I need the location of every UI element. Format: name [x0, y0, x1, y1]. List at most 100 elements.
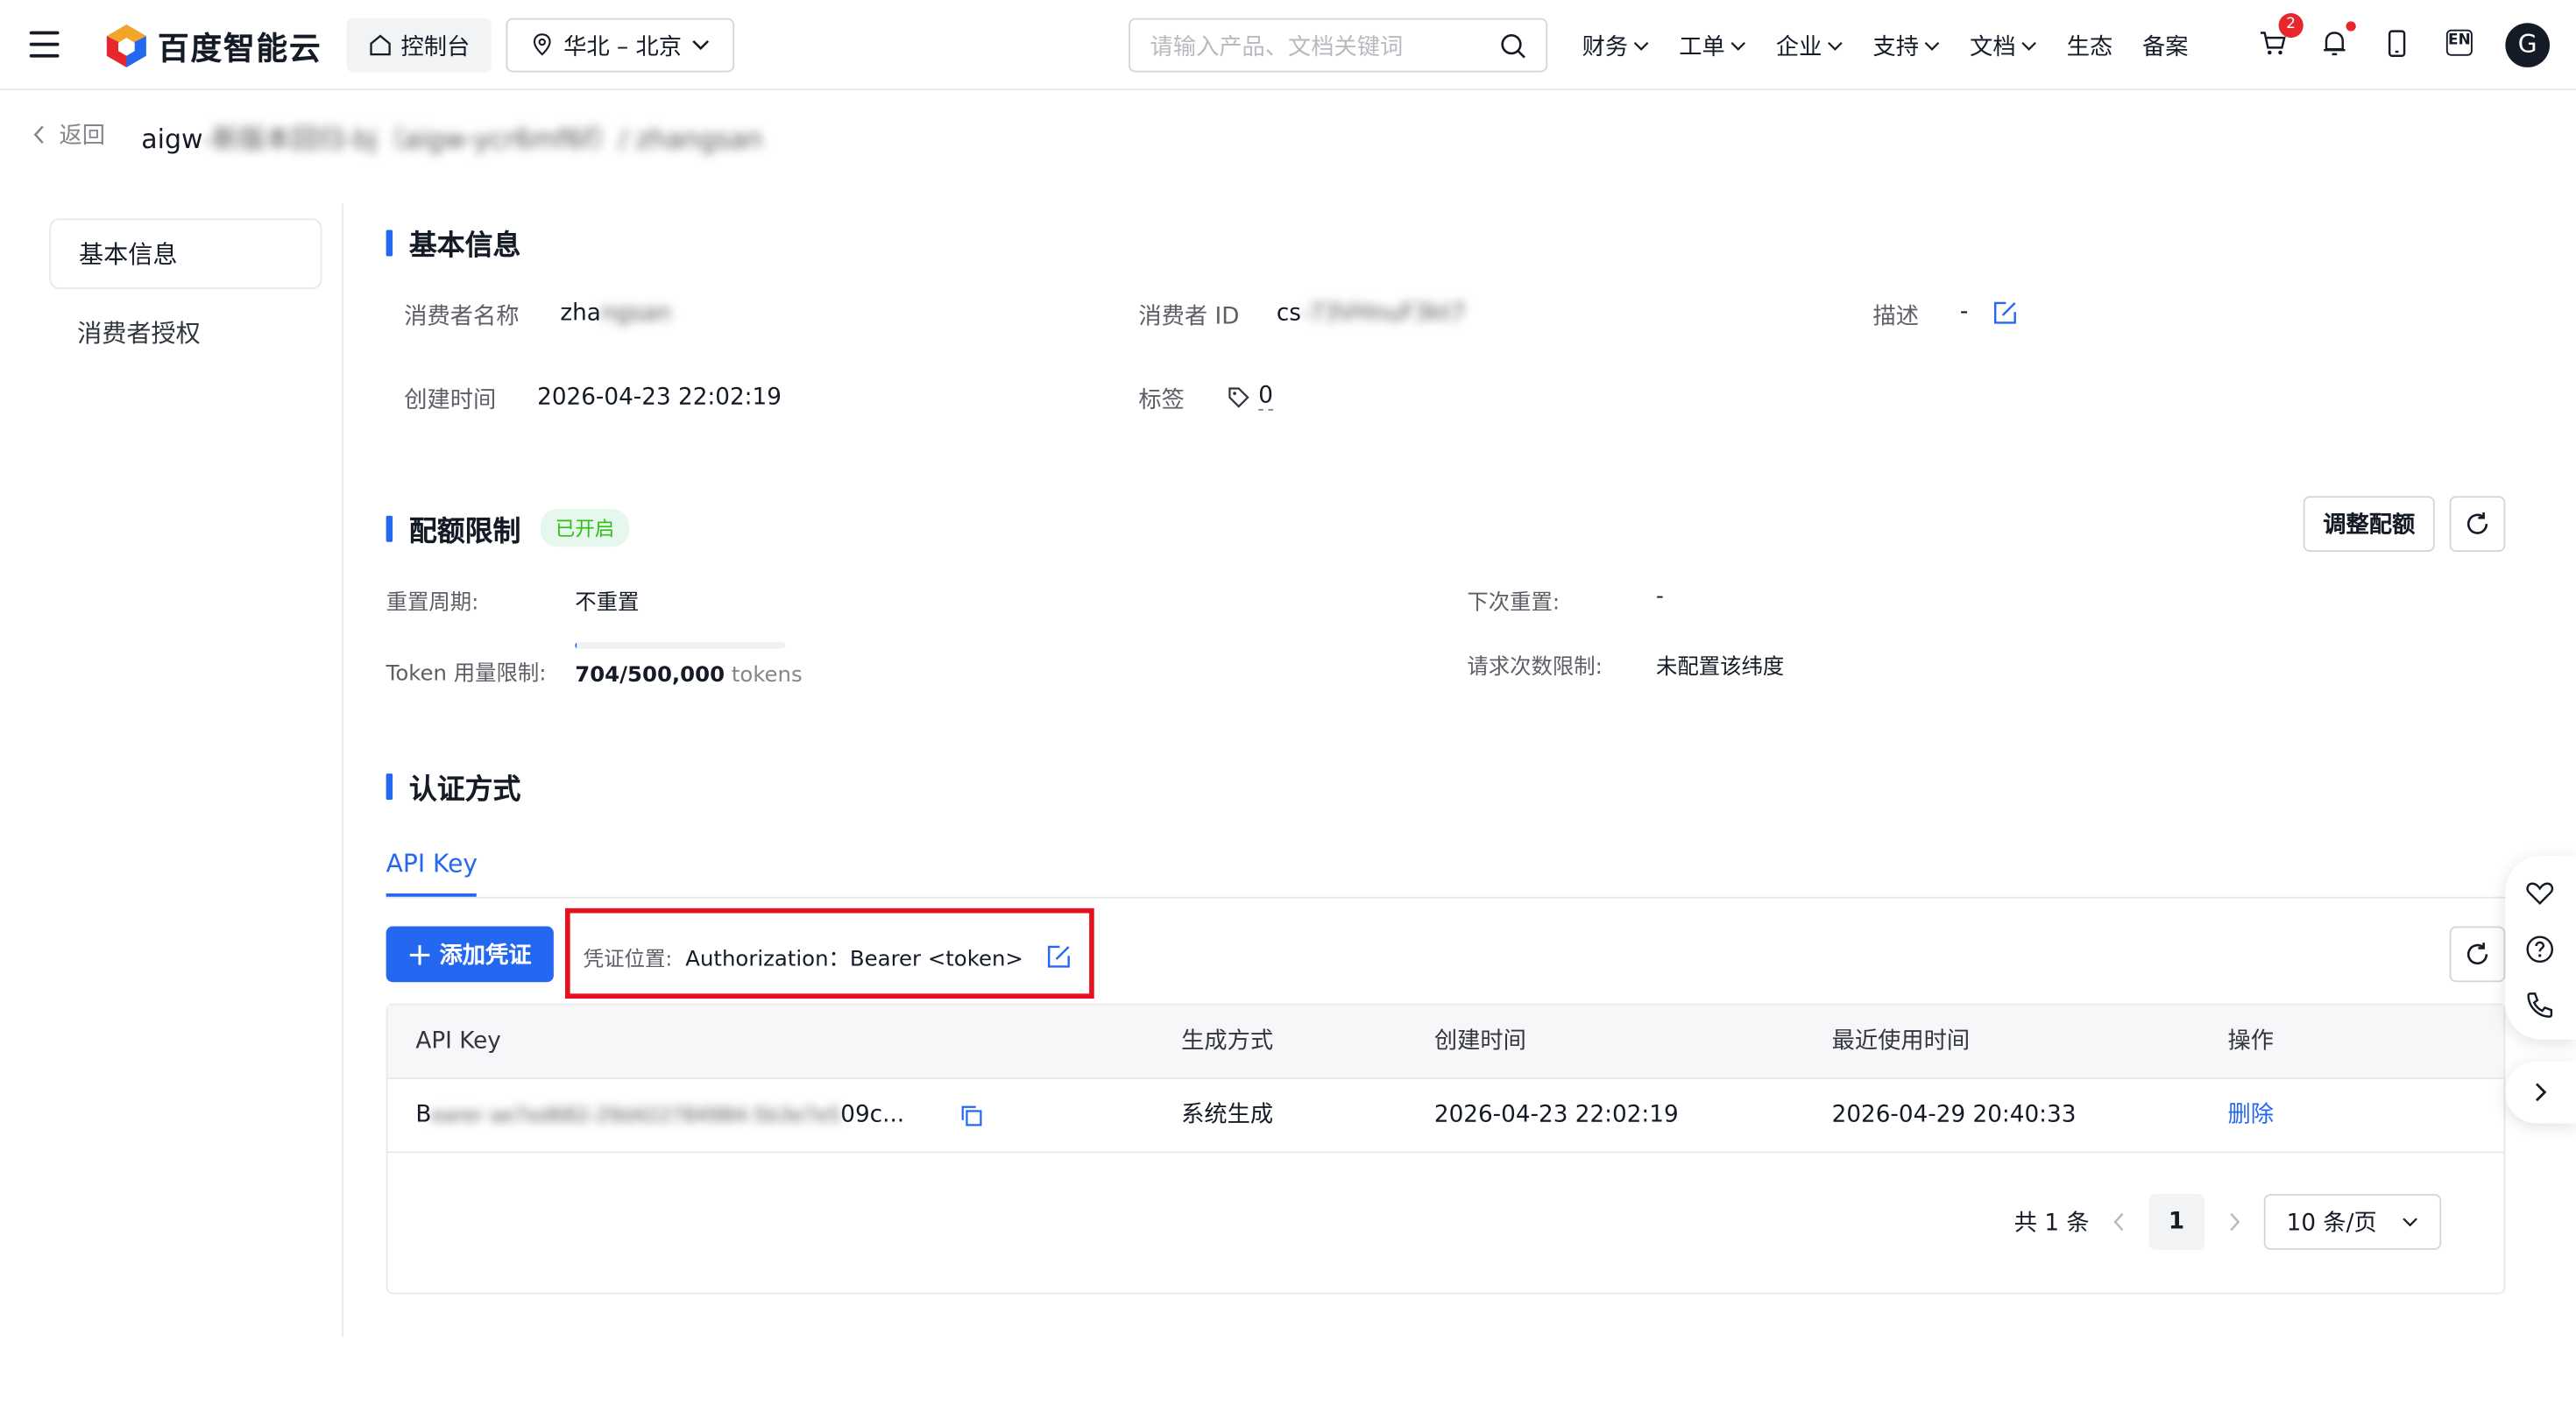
section-quota: 配额限制 已开启	[386, 507, 630, 548]
created-value: 2026-04-23 22:02:19	[1433, 1102, 1679, 1129]
nav-ecosystem[interactable]: 生态	[2067, 30, 2113, 63]
region-selector[interactable]: 华北 – 北京	[506, 18, 735, 73]
add-credential-button[interactable]: 添加凭证	[386, 926, 554, 983]
section-auth: 认证方式	[386, 766, 521, 807]
chevron-right-icon	[2536, 1083, 2547, 1102]
pagination: 共 1 条 1 10 条/页	[2014, 1194, 2441, 1250]
nav-ticket[interactable]: 工单	[1679, 30, 1746, 63]
tag-value[interactable]: 0	[1228, 383, 1273, 411]
mobile-button[interactable]	[2381, 25, 2414, 60]
created-time-label: 创建时间	[404, 387, 497, 414]
back-label: 返回	[59, 123, 106, 150]
next-reset-label: 下次重置:	[1467, 591, 1560, 617]
page-size-select[interactable]: 10 条/页	[2263, 1194, 2441, 1250]
nav-finance[interactable]: 财务	[1582, 30, 1650, 63]
cart-button[interactable]: 2	[2255, 13, 2304, 60]
region-label: 华北 – 北京	[563, 33, 683, 60]
search-input[interactable]: 请输入产品、文档关键词	[1129, 18, 1548, 73]
phone-icon[interactable]	[2525, 991, 2555, 1020]
logo-icon	[106, 25, 146, 67]
edit-icon[interactable]	[1046, 944, 1071, 969]
token-progress-fill	[575, 642, 577, 649]
description-label: 描述	[1872, 303, 1920, 330]
floating-toolbar	[2505, 855, 2576, 1040]
column-method: 生成方式	[1181, 1027, 1274, 1055]
tab-api-key[interactable]: API Key	[386, 849, 478, 879]
tab-active-indicator	[386, 893, 477, 897]
notification-button[interactable]	[2318, 21, 2356, 60]
description-value: -	[1959, 299, 1969, 326]
brand-logo[interactable]: 百度智能云	[105, 23, 322, 69]
section-basic-info-title: 基本信息	[408, 229, 521, 264]
chevron-left-icon[interactable]	[2112, 1212, 2126, 1232]
chevron-down-icon	[2402, 1218, 2417, 1227]
section-auth-title: 认证方式	[408, 773, 521, 807]
table-row: Bearer ae7ed682-29d422784984-5b3e7e509c.…	[387, 1079, 2504, 1154]
page-title: aigw-新版本回归-bj（aigw-ycr6mf6f）/ zhangsan	[141, 116, 762, 156]
column-api-key: API Key	[415, 1027, 501, 1055]
tag-icon	[1228, 386, 1249, 407]
chevron-down-icon	[1730, 41, 1746, 51]
credential-location: 凭证位置: Authorization：Bearer <token>	[584, 941, 1072, 972]
token-limit-label: Token 用量限制:	[386, 661, 547, 687]
reset-period-value: 不重置	[575, 591, 640, 617]
nav-filing[interactable]: 备案	[2142, 30, 2189, 63]
tag-label: 标签	[1138, 387, 1185, 414]
notification-dot	[2346, 21, 2356, 32]
add-credential-label: 添加凭证	[439, 943, 532, 970]
brand-name: 百度智能云	[158, 30, 322, 67]
expand-toolbar-button[interactable]	[2505, 1061, 2576, 1124]
section-quota-title: 配额限制	[408, 515, 521, 549]
copy-icon[interactable]	[961, 1105, 982, 1126]
table-header: API Key 生成方式 创建时间 最近使用时间 操作	[387, 1005, 2504, 1079]
bell-icon	[2324, 31, 2346, 55]
plus-icon	[408, 944, 429, 964]
last-used-value: 2026-04-29 20:40:33	[1831, 1102, 2077, 1129]
help-icon[interactable]	[2525, 935, 2555, 964]
chevron-down-icon	[1924, 41, 1940, 51]
page-number[interactable]: 1	[2148, 1194, 2204, 1250]
created-time-value: 2026-04-23 22:02:19	[537, 384, 782, 411]
top-nav: 财务 工单 企业 支持 文档 生态 备案	[1582, 30, 2189, 63]
consumer-name-label: 消费者名称	[404, 303, 520, 330]
back-link[interactable]: 返回	[33, 118, 106, 152]
edit-icon[interactable]	[1992, 300, 2017, 325]
sidebar-item-basic-info[interactable]: 基本信息	[49, 218, 322, 289]
api-key-table: API Key 生成方式 创建时间 最近使用时间 操作 Bearer ae7ed…	[386, 1003, 2506, 1295]
console-button[interactable]: 控制台	[346, 18, 492, 73]
consumer-id-value: cs-73VHnuF3kt7	[1276, 300, 1466, 328]
total-count: 共 1 条	[2013, 1210, 2090, 1237]
nav-docs[interactable]: 文档	[1970, 30, 2037, 63]
heart-icon[interactable]	[2525, 879, 2555, 908]
avatar[interactable]: G	[2505, 23, 2550, 67]
search-icon[interactable]	[1500, 32, 1526, 59]
sidebar-item-consumer-auth[interactable]: 消费者授权	[77, 315, 201, 349]
consumer-id-label: 消费者 ID	[1138, 303, 1240, 330]
menu-icon[interactable]	[29, 31, 60, 58]
nav-enterprise[interactable]: 企业	[1776, 30, 1844, 63]
refresh-icon	[2466, 512, 2488, 534]
credential-location-value: Authorization：Bearer <token>	[685, 947, 1023, 972]
nav-support[interactable]: 支持	[1873, 30, 1941, 63]
chevron-down-icon	[1828, 41, 1843, 51]
request-limit-label: 请求次数限制:	[1467, 655, 1603, 681]
api-key-value: Bearer ae7ed682-29d422784984-5b3e7e509c.…	[415, 1102, 905, 1129]
adjust-quota-button[interactable]: 调整配额	[2303, 496, 2435, 552]
consumer-name-value: zhangsan	[560, 300, 671, 328]
token-progress-bar	[575, 642, 786, 649]
top-bar: 百度智能云 控制台 华北 – 北京 请输入产品、文档关键词 财务 工单 企业 支…	[0, 0, 2576, 91]
column-last-used: 最近使用时间	[1831, 1027, 1971, 1055]
next-reset-value: -	[1656, 584, 1664, 610]
cart-badge: 2	[2278, 13, 2304, 39]
delete-link[interactable]: 删除	[2228, 1079, 2275, 1153]
refresh-quota-button[interactable]	[2449, 496, 2506, 552]
tab-divider	[386, 896, 2506, 899]
tag-count: 0	[1258, 382, 1273, 411]
chevron-down-icon	[692, 39, 709, 51]
chevron-down-icon	[1633, 41, 1649, 51]
home-icon	[370, 34, 391, 56]
refresh-keys-button[interactable]	[2449, 926, 2506, 983]
chevron-right-icon[interactable]	[2227, 1212, 2240, 1232]
language-button[interactable]: EN	[2443, 25, 2476, 60]
console-label: 控制台	[400, 33, 471, 60]
